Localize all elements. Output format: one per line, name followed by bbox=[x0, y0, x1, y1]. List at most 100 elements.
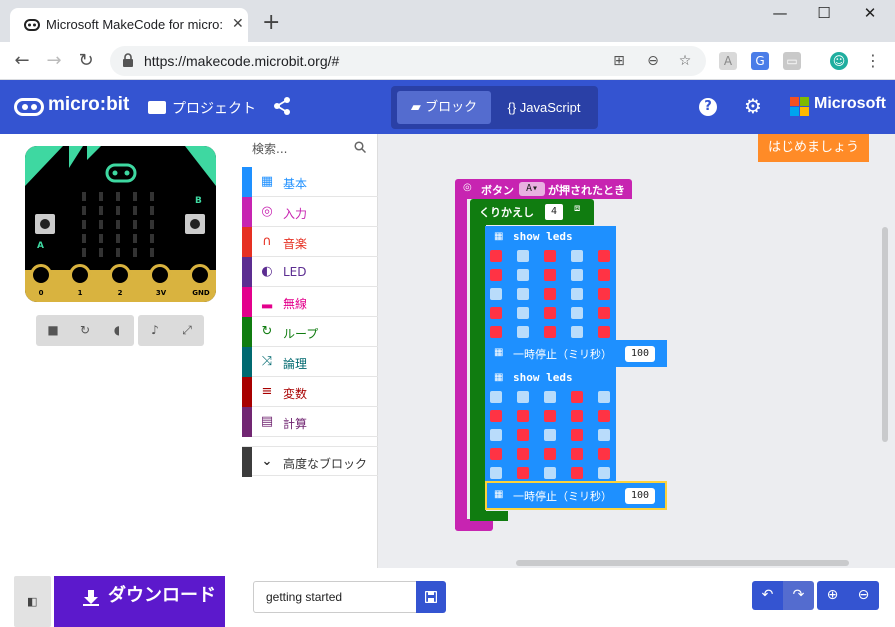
zoom-in-button[interactable]: ⊕ bbox=[817, 581, 848, 610]
button-dropdown[interactable]: A▾ bbox=[519, 182, 545, 196]
led-cell[interactable] bbox=[490, 467, 502, 479]
led-cell[interactable] bbox=[544, 448, 556, 460]
led-cell[interactable] bbox=[598, 448, 610, 460]
led-cell[interactable] bbox=[544, 429, 556, 441]
led-cell[interactable] bbox=[571, 326, 583, 338]
led-cell[interactable] bbox=[517, 391, 529, 403]
led-cell[interactable] bbox=[544, 307, 556, 319]
tab-close-icon[interactable]: ✕ bbox=[232, 16, 244, 32]
led-cell[interactable] bbox=[598, 250, 610, 262]
led-cell[interactable] bbox=[490, 288, 502, 300]
undo-button[interactable]: ↶ bbox=[752, 581, 783, 610]
led-cell[interactable] bbox=[517, 307, 529, 319]
led-cell[interactable] bbox=[598, 410, 610, 422]
reload-icon[interactable]: ↻ bbox=[73, 48, 99, 74]
led-cell[interactable] bbox=[517, 448, 529, 460]
toolbox-category[interactable]: ≡ 変数 bbox=[242, 377, 378, 407]
advanced-category[interactable]: ⌄ 高度なブロック bbox=[242, 446, 378, 477]
led-cell[interactable] bbox=[571, 250, 583, 262]
stop-icon[interactable]: ■ bbox=[38, 315, 68, 346]
led-cell[interactable] bbox=[544, 269, 556, 281]
led-cell[interactable] bbox=[544, 288, 556, 300]
led-cell[interactable] bbox=[517, 250, 529, 262]
save-button[interactable] bbox=[416, 581, 446, 613]
profile-extension-icon[interactable]: ☺ bbox=[830, 52, 848, 70]
help-icon[interactable]: ? bbox=[699, 98, 717, 116]
collapse-simulator-button[interactable]: ◧ bbox=[14, 576, 51, 627]
maximize-button[interactable]: ☐ bbox=[809, 4, 839, 28]
pause-ms-field[interactable]: 100 bbox=[625, 346, 655, 362]
sim-button-a[interactable] bbox=[35, 214, 55, 234]
led-cell[interactable] bbox=[544, 410, 556, 422]
led-cell[interactable] bbox=[490, 326, 502, 338]
toolbox-search-input[interactable]: 検索... bbox=[252, 140, 287, 157]
minimize-button[interactable]: — bbox=[765, 4, 795, 28]
microbit-simulator[interactable]: A B 0 1 2 3V GND bbox=[25, 146, 216, 302]
toolbox-category[interactable]: ∩ 音楽 bbox=[242, 227, 378, 257]
led-cell[interactable] bbox=[517, 326, 529, 338]
toolbox-category[interactable]: ↻ ループ bbox=[242, 317, 378, 347]
led-cell[interactable] bbox=[571, 288, 583, 300]
led-cell[interactable] bbox=[598, 307, 610, 319]
led-cell[interactable] bbox=[517, 429, 529, 441]
cast-extension-icon[interactable]: ▭ bbox=[783, 52, 801, 70]
led-cell[interactable] bbox=[598, 288, 610, 300]
led-cell[interactable] bbox=[598, 326, 610, 338]
pin-1[interactable] bbox=[69, 264, 91, 286]
restart-icon[interactable]: ↻ bbox=[70, 315, 100, 346]
mute-icon[interactable]: ♪ bbox=[140, 315, 170, 346]
pin-3v[interactable] bbox=[149, 264, 171, 286]
toolbox-category[interactable]: ▤ 計算 bbox=[242, 407, 378, 437]
pause-ms-field[interactable]: 100 bbox=[625, 488, 655, 504]
projects-button[interactable]: プロジェクト bbox=[148, 98, 256, 118]
led-cell[interactable] bbox=[490, 250, 502, 262]
toolbox-category[interactable]: ▦ 基本 bbox=[242, 167, 378, 197]
repeat-count-field[interactable]: 4 bbox=[545, 204, 563, 220]
led-cell[interactable] bbox=[544, 467, 556, 479]
forward-arrow-icon[interactable]: → bbox=[41, 48, 67, 74]
blocks-workspace[interactable]: はじめましょう ◎ ボタン A▾ が押されたとき くりかえし 4 ⧈ ▦ sho… bbox=[378, 134, 895, 568]
led-cell[interactable] bbox=[598, 391, 610, 403]
pin-0[interactable] bbox=[30, 264, 52, 286]
project-name-input[interactable]: getting started bbox=[253, 581, 417, 613]
led-cell[interactable] bbox=[544, 326, 556, 338]
zoom-icon[interactable]: ⊖ bbox=[644, 52, 662, 70]
browser-tab[interactable]: Microsoft MakeCode for micro:bit ✕ bbox=[10, 8, 248, 42]
new-tab-button[interactable]: + bbox=[262, 12, 280, 34]
sim-button-b[interactable] bbox=[185, 214, 205, 234]
download-button[interactable]: ダウンロード bbox=[54, 576, 225, 627]
led-cell[interactable] bbox=[490, 391, 502, 403]
bookmark-star-icon[interactable]: ☆ bbox=[676, 52, 694, 70]
back-arrow-icon[interactable]: ← bbox=[9, 48, 35, 74]
led-cell[interactable] bbox=[571, 269, 583, 281]
led-cell[interactable] bbox=[544, 391, 556, 403]
translate-icon[interactable]: ⊞ bbox=[610, 52, 628, 70]
led-cell[interactable] bbox=[490, 269, 502, 281]
led-cell[interactable] bbox=[571, 429, 583, 441]
led-cell[interactable] bbox=[571, 307, 583, 319]
getting-started-button[interactable]: はじめましょう bbox=[758, 134, 869, 162]
fullscreen-icon[interactable]: ⤢ bbox=[172, 315, 202, 346]
workspace-horizontal-scrollbar[interactable] bbox=[516, 560, 849, 566]
blocks-tab[interactable]: ▰ ブロック bbox=[397, 91, 491, 124]
pin-2[interactable] bbox=[109, 264, 131, 286]
led-cell[interactable] bbox=[544, 250, 556, 262]
redo-button[interactable]: ↷ bbox=[783, 581, 814, 610]
toolbox-category[interactable]: ⤨ 論理 bbox=[242, 347, 378, 377]
mutator-icon[interactable]: ⧈ bbox=[574, 203, 580, 214]
led-cell[interactable] bbox=[517, 288, 529, 300]
led-cell[interactable] bbox=[571, 467, 583, 479]
led-cell[interactable] bbox=[598, 429, 610, 441]
address-bar[interactable]: https://makecode.microbit.org/# ⊞ ⊖ ☆ bbox=[110, 46, 706, 76]
toolbox-category[interactable]: ◎ 入力 bbox=[242, 197, 378, 227]
pdf-extension-icon[interactable]: A bbox=[719, 52, 737, 70]
search-icon[interactable] bbox=[354, 141, 366, 153]
led-cell[interactable] bbox=[517, 269, 529, 281]
toolbox-category[interactable]: ▂ 無線 bbox=[242, 287, 378, 317]
zoom-out-button[interactable]: ⊖ bbox=[848, 581, 879, 610]
led-cell[interactable] bbox=[490, 448, 502, 460]
chrome-menu-icon[interactable]: ⋮ bbox=[860, 48, 886, 74]
translate-extension-icon[interactable]: G bbox=[751, 52, 769, 70]
led-cell[interactable] bbox=[490, 429, 502, 441]
led-cell[interactable] bbox=[490, 307, 502, 319]
